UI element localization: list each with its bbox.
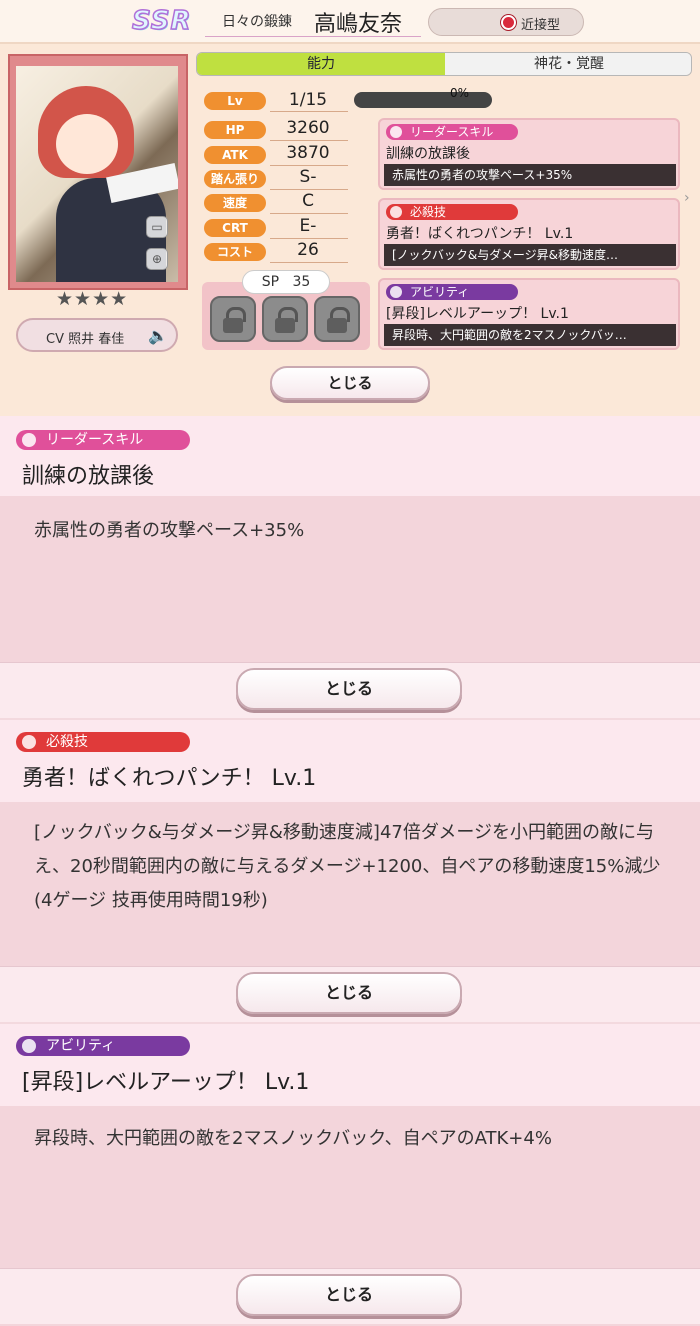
close-button[interactable]: とじる — [236, 1274, 462, 1316]
lv-value: 1/15 — [288, 90, 328, 110]
character-card: SSR 日々の鍛錬 高嶋友奈 近接型 ▭ ⊕ ★★★★ CV 照井 春佳 🔈 能… — [0, 0, 700, 416]
special-mini[interactable]: 必殺技 勇者！ばくれつパンチ！ Lv.1 [ノックバック&与ダメージ昇&移動速度… — [378, 198, 680, 270]
panel-header: リーダースキル 訓練の放課後 — [0, 416, 700, 496]
tab-bar: 能力 神花・覚醒 — [196, 52, 692, 76]
portrait-face — [56, 114, 118, 174]
cost-label: コスト — [204, 243, 266, 261]
lv-label: Lv — [204, 92, 266, 110]
exp-progress-bar — [354, 92, 492, 108]
character-detail-screen: SSR 日々の鍛錬 高嶋友奈 近接型 ▭ ⊕ ★★★★ CV 照井 春佳 🔈 能… — [0, 0, 700, 1326]
special-summary: [ノックバック&与ダメージ昇&移動速度… — [384, 244, 676, 266]
stat-divider — [270, 111, 348, 112]
flag-icon — [22, 433, 36, 447]
lock-icon[interactable] — [210, 296, 256, 342]
hold-value: S- — [299, 167, 317, 187]
stat-divider — [270, 238, 348, 239]
tab-ability[interactable]: 能力 — [197, 53, 445, 75]
speed-label: 速度 — [204, 194, 266, 212]
special-panel: 必殺技 勇者！ばくれつパンチ！ Lv.1 [ノックバック&与ダメージ昇&移動速度… — [0, 720, 700, 1022]
character-name: 高嶋友奈 — [314, 12, 403, 37]
close-button[interactable]: とじる — [270, 366, 430, 400]
ability-summary: 昇段時、大円範囲の敵を2マスノックバッ… — [384, 324, 676, 346]
character-portrait[interactable]: ▭ ⊕ — [16, 66, 178, 282]
hold-label: 踏ん張り — [204, 170, 266, 188]
special-badge: 必殺技 — [16, 732, 190, 752]
character-epithet: 日々の鍛錬 — [222, 14, 292, 30]
crt-value: E- — [299, 216, 317, 236]
stat-divider — [270, 140, 348, 141]
header-bar: SSR 日々の鍛錬 高嶋友奈 近接型 — [0, 0, 700, 44]
speed-value: C — [302, 191, 314, 211]
gem-icon — [22, 1039, 36, 1053]
leader-skill-panel: リーダースキル 訓練の放課後 赤属性の勇者の攻撃ペース+35% とじる — [0, 416, 700, 718]
sp-pill: SP 35 — [242, 270, 330, 294]
stat-divider — [270, 262, 348, 263]
lock-icon[interactable] — [262, 296, 308, 342]
ability-badge: アビリティ — [16, 1036, 190, 1056]
leader-skill-badge: リーダースキル — [386, 124, 518, 140]
close-button[interactable]: とじる — [236, 668, 462, 710]
crt-label: CRT — [204, 219, 266, 237]
special-badge: 必殺技 — [386, 204, 518, 220]
tab-awakening[interactable]: 神花・覚醒 — [445, 53, 691, 75]
hp-value: 3260 — [286, 118, 330, 138]
atk-label: ATK — [204, 146, 266, 164]
hp-label: HP — [204, 121, 266, 139]
cv-label: CV 照井 春佳 — [46, 332, 125, 347]
ability-title: [昇段]レベルアーップ！ Lv.1 — [22, 1070, 310, 1095]
stat-divider — [270, 213, 348, 214]
ability-description: 昇段時、大円範囲の敵を2マスノックバック、自ペアのATK+4% — [34, 1128, 552, 1149]
ability-panel: アビリティ [昇段]レベルアーップ！ Lv.1 昇段時、大円範囲の敵を2マスノッ… — [0, 1024, 700, 1326]
leader-skill-summary: 赤属性の勇者の攻撃ペース+35% — [384, 164, 676, 186]
gear-icon — [390, 206, 402, 218]
ability-badge: アビリティ — [386, 284, 518, 300]
stat-divider — [270, 189, 348, 190]
lock-icon[interactable] — [314, 296, 360, 342]
leader-skill-name: 訓練の放課後 — [386, 146, 470, 162]
leader-skill-title: 訓練の放課後 — [22, 464, 155, 489]
leader-skill-mini[interactable]: リーダースキル 訓練の放課後 赤属性の勇者の攻撃ペース+35% — [378, 118, 680, 190]
ability-mini[interactable]: アビリティ [昇段]レベルアーップ！ Lv.1 昇段時、大円範囲の敵を2マスノッ… — [378, 278, 680, 350]
atk-value: 3870 — [286, 143, 330, 163]
gear-icon — [22, 735, 36, 749]
panel-header: アビリティ [昇段]レベルアーップ！ Lv.1 — [0, 1024, 700, 1106]
cost-value: 26 — [297, 240, 319, 260]
special-title: 勇者！ばくれつパンチ！ Lv.1 — [22, 766, 317, 791]
special-name: 勇者！ばくれつパンチ！ Lv.1 — [386, 226, 574, 242]
special-description: [ノックバック&与ダメージ昇&移動速度減]47倍ダメージを小円範囲の敵に与え、2… — [34, 822, 661, 911]
type-badge: 近接型 — [428, 8, 584, 36]
voice-button[interactable]: CV 照井 春佳 🔈 — [16, 318, 178, 352]
close-button[interactable]: とじる — [236, 972, 462, 1014]
leader-skill-description: 赤属性の勇者の攻撃ペース+35% — [34, 520, 305, 541]
ability-name: [昇段]レベルアーップ！ Lv.1 — [386, 306, 569, 322]
exp-progress-text: 0% — [450, 86, 470, 100]
stat-divider — [270, 165, 348, 166]
chevron-right-icon[interactable]: › — [684, 190, 690, 206]
gem-icon — [390, 286, 402, 298]
panel-header: 必殺技 勇者！ばくれつパンチ！ Lv.1 — [0, 720, 700, 802]
type-label: 近接型 — [521, 18, 561, 33]
melee-type-icon — [501, 15, 516, 30]
header-divider — [205, 36, 421, 37]
leader-skill-badge: リーダースキル — [16, 430, 190, 450]
star-rating: ★★★★ — [56, 288, 129, 310]
image-icon[interactable]: ▭ — [146, 216, 168, 238]
zoom-icon[interactable]: ⊕ — [146, 248, 168, 270]
speaker-icon: 🔈 — [148, 326, 168, 345]
rarity-label: SSR — [131, 5, 192, 37]
flag-icon — [390, 126, 402, 138]
